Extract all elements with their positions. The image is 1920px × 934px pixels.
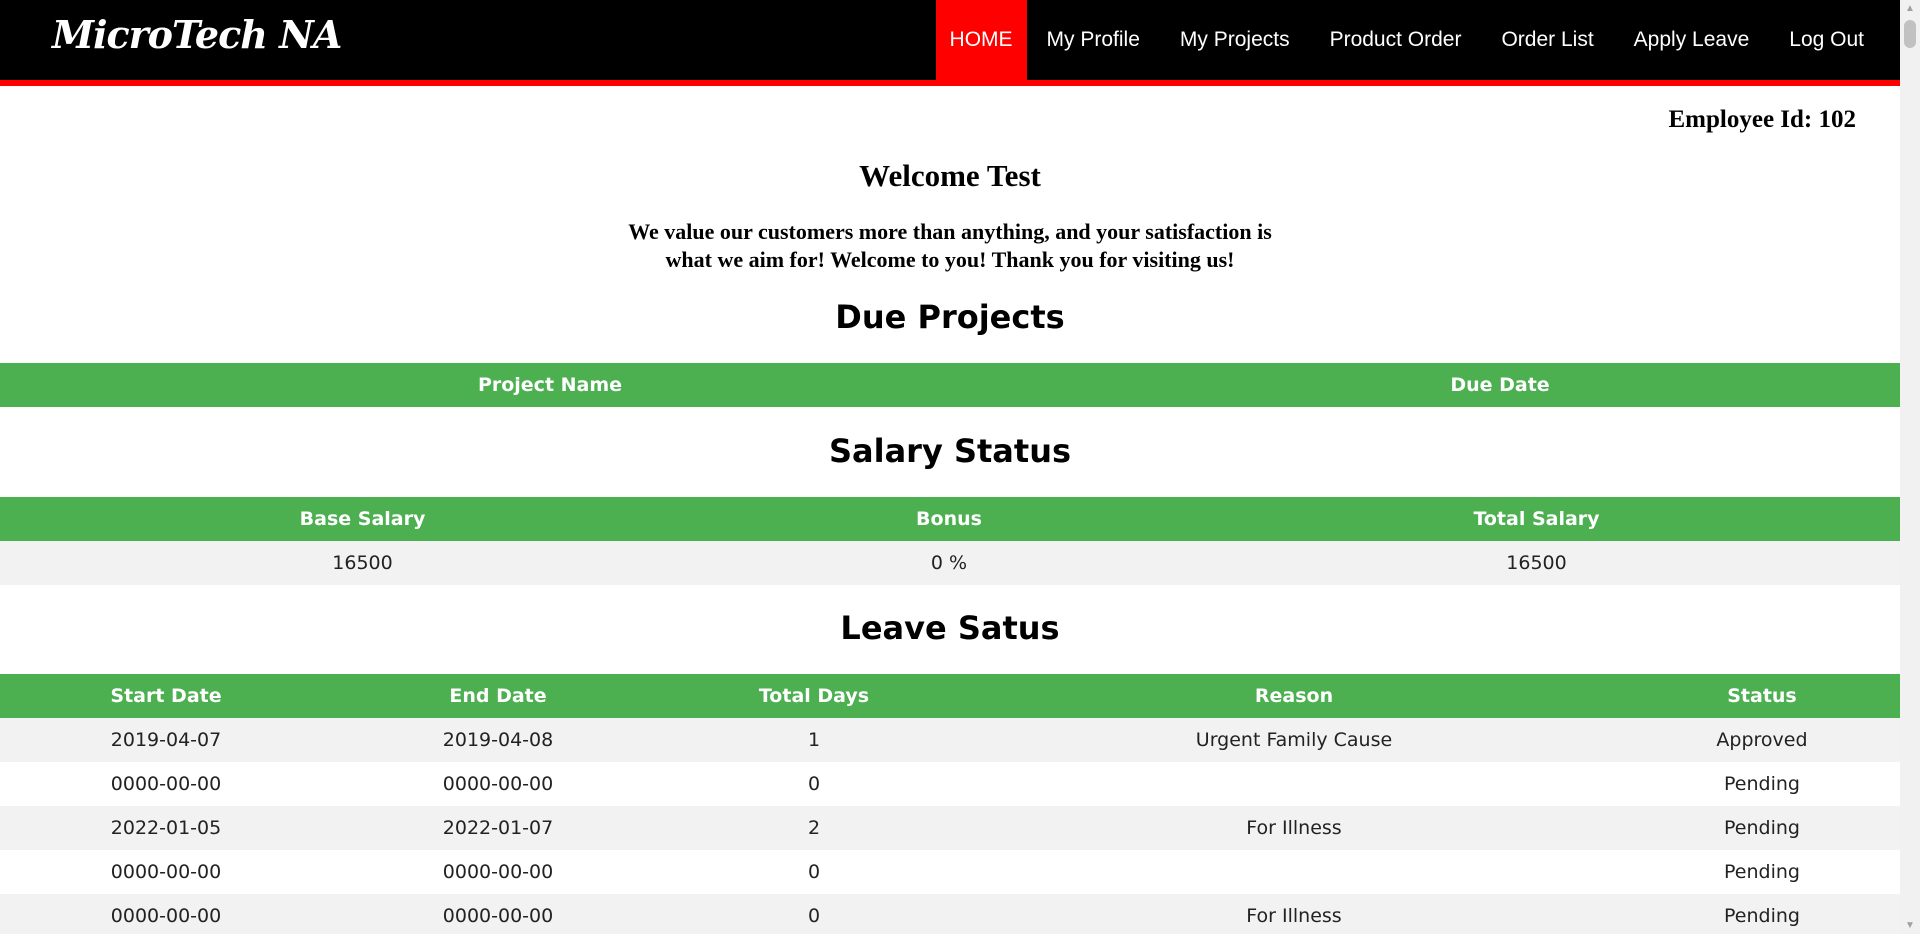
column-header-reason: Reason (964, 674, 1624, 718)
table-header-row: Start Date End Date Total Days Reason St… (0, 674, 1900, 718)
scrollbar-thumb[interactable] (1904, 20, 1916, 48)
column-header-due-date: Due Date (1100, 363, 1900, 407)
column-header-start-date: Start Date (0, 674, 332, 718)
nav-product-order[interactable]: Product Order (1310, 0, 1482, 80)
nav-order-list[interactable]: Order List (1481, 0, 1613, 80)
vertical-scrollbar[interactable]: ▲ ▼ (1900, 0, 1920, 934)
start-date-cell: 2019-04-07 (0, 718, 332, 762)
brand-logo[interactable]: MicroTech NA (52, 12, 342, 57)
leave-status-title: Leave Satus (840, 609, 1060, 647)
column-header-base-salary: Base Salary (0, 497, 725, 541)
start-date-cell: 0000-00-00 (0, 762, 332, 806)
scroll-up-icon[interactable]: ▲ (1900, 0, 1920, 17)
employee-id: Employee Id: 102 (1668, 106, 1857, 133)
due-projects-title: Due Projects (835, 298, 1065, 336)
scroll-down-icon[interactable]: ▼ (1900, 917, 1920, 934)
total-days-cell: 0 (664, 894, 964, 934)
nav-apply-leave[interactable]: Apply Leave (1614, 0, 1770, 80)
column-header-status: Status (1624, 674, 1900, 718)
nav-my-projects[interactable]: My Projects (1160, 0, 1310, 80)
status-cell: Pending (1624, 806, 1900, 850)
end-date-cell: 2022-01-07 (332, 806, 664, 850)
total-salary-cell: 16500 (1173, 541, 1900, 585)
leave-status-table: Start Date End Date Total Days Reason St… (0, 674, 1900, 934)
end-date-cell: 0000-00-00 (332, 850, 664, 894)
reason-cell: For Illness (964, 894, 1624, 934)
end-date-cell: 0000-00-00 (332, 762, 664, 806)
status-cell: Pending (1624, 894, 1900, 934)
column-header-total-days: Total Days (664, 674, 964, 718)
nav-my-profile[interactable]: My Profile (1027, 0, 1160, 80)
base-salary-cell: 16500 (0, 541, 725, 585)
welcome-message-line-2: what we aim for! Welcome to you! Thank y… (665, 247, 1235, 272)
table-row: 0000-00-00 0000-00-00 0 Pending (0, 850, 1900, 894)
bonus-cell: 0 % (725, 541, 1173, 585)
start-date-cell: 2022-01-05 (0, 806, 332, 850)
welcome-heading: Welcome Test (859, 158, 1041, 193)
table-row: 0000-00-00 0000-00-00 0 Pending (0, 762, 1900, 806)
reason-cell (964, 850, 1624, 894)
start-date-cell: 0000-00-00 (0, 850, 332, 894)
table-row: 2022-01-05 2022-01-07 2 For Illness Pend… (0, 806, 1900, 850)
total-days-cell: 0 (664, 762, 964, 806)
total-days-cell: 1 (664, 718, 964, 762)
due-projects-table: Project Name Due Date (0, 363, 1900, 407)
table-row: 2019-04-07 2019-04-08 1 Urgent Family Ca… (0, 718, 1900, 762)
welcome-message-line-1: We value our customers more than anythin… (628, 219, 1272, 244)
column-header-end-date: End Date (332, 674, 664, 718)
status-cell: Pending (1624, 762, 1900, 806)
nav-log-out[interactable]: Log Out (1769, 0, 1884, 80)
end-date-cell: 0000-00-00 (332, 894, 664, 934)
main-nav: HOME My Profile My Projects Product Orde… (935, 0, 1884, 80)
column-header-project-name: Project Name (0, 363, 1100, 407)
nav-home[interactable]: HOME (935, 0, 1027, 80)
total-days-cell: 0 (664, 850, 964, 894)
total-days-cell: 2 (664, 806, 964, 850)
salary-status-title: Salary Status (828, 432, 1072, 470)
status-cell: Approved (1624, 718, 1900, 762)
table-row: 0000-00-00 0000-00-00 0 For Illness Pend… (0, 894, 1900, 934)
table-row: 16500 0 % 16500 (0, 541, 1900, 585)
start-date-cell: 0000-00-00 (0, 894, 332, 934)
top-navbar: MicroTech NA HOME My Profile My Projects… (0, 0, 1900, 86)
reason-cell: Urgent Family Cause (964, 718, 1624, 762)
reason-cell: For Illness (964, 806, 1624, 850)
welcome-message: We value our customers more than anythin… (0, 218, 1900, 274)
page: MicroTech NA HOME My Profile My Projects… (0, 0, 1900, 934)
end-date-cell: 2019-04-08 (332, 718, 664, 762)
status-cell: Pending (1624, 850, 1900, 894)
reason-cell (964, 762, 1624, 806)
salary-status-table: Base Salary Bonus Total Salary 16500 0 %… (0, 497, 1900, 585)
table-header-row: Base Salary Bonus Total Salary (0, 497, 1900, 541)
column-header-total-salary: Total Salary (1173, 497, 1900, 541)
column-header-bonus: Bonus (725, 497, 1173, 541)
table-header-row: Project Name Due Date (0, 363, 1900, 407)
